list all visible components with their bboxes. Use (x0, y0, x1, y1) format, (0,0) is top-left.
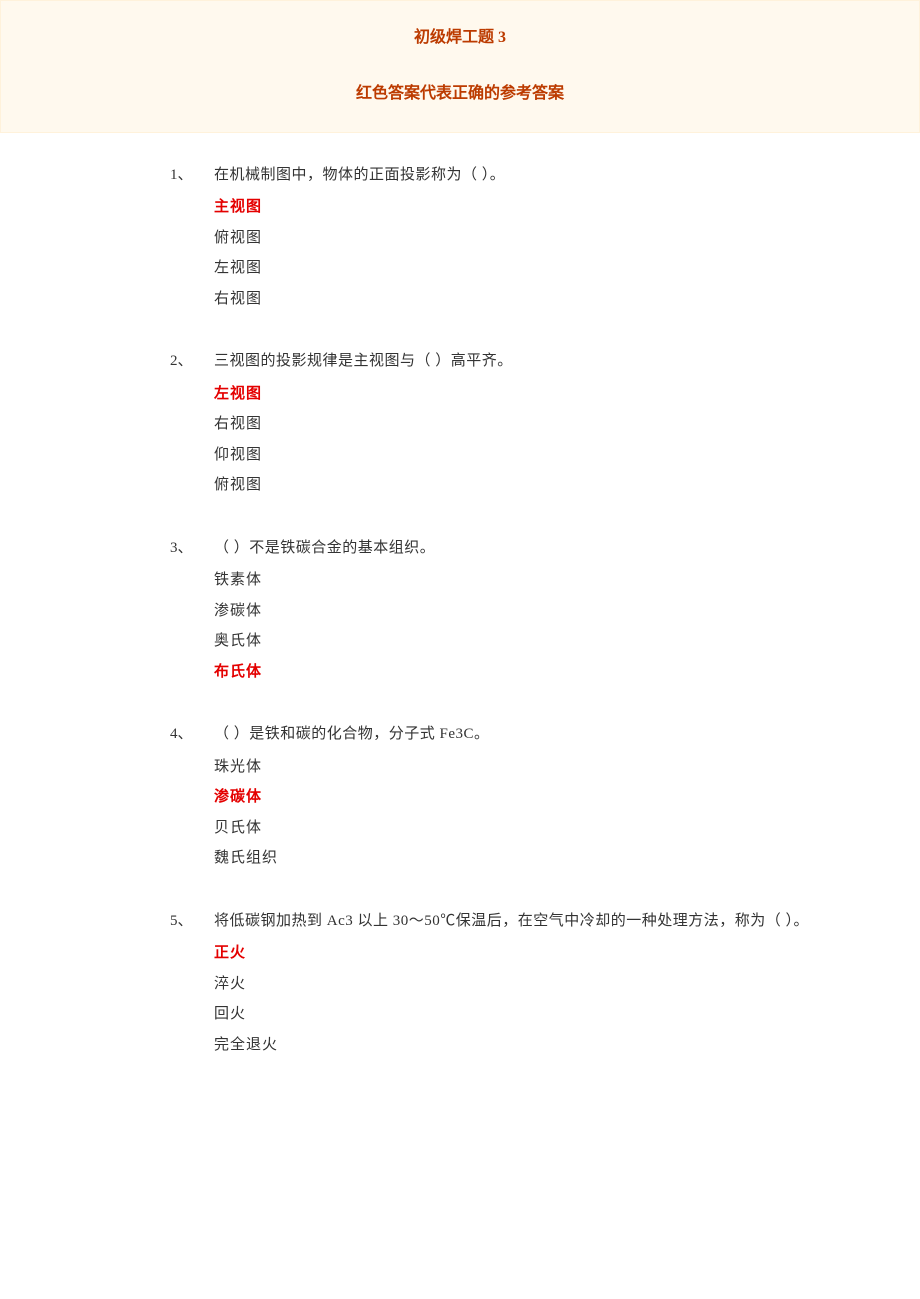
question-1: 1、 在机械制图中，物体的正面投影称为（ ）。 主视图 俯视图 左视图 右视图 (170, 161, 920, 314)
question-number: 5、 (170, 907, 214, 936)
option: 右视图 (214, 285, 920, 314)
question-text: 将低碳钢加热到 Ac3 以上 30～50℃保温后，在空气中冷却的一种处理方法，称… (214, 907, 809, 936)
option-correct: 布氏体 (214, 658, 920, 687)
option: 俯视图 (214, 224, 920, 253)
document-title: 初级焊工题 3 (1, 23, 919, 53)
question-text: 三视图的投影规律是主视图与（ ）高平齐。 (214, 347, 513, 376)
option: 珠光体 (214, 753, 920, 782)
question-number: 2、 (170, 347, 214, 376)
option: 完全退火 (214, 1031, 920, 1060)
question-list: 1、 在机械制图中，物体的正面投影称为（ ）。 主视图 俯视图 左视图 右视图 … (0, 133, 920, 1060)
option-correct: 主视图 (214, 193, 920, 222)
question-2: 2、 三视图的投影规律是主视图与（ ）高平齐。 左视图 右视图 仰视图 俯视图 (170, 347, 920, 500)
option: 贝氏体 (214, 814, 920, 843)
question-text: 在机械制图中，物体的正面投影称为（ ）。 (214, 161, 505, 190)
option: 魏氏组织 (214, 844, 920, 873)
question-3: 3、 （ ）不是铁碳合金的基本组织。 铁素体 渗碳体 奥氏体 布氏体 (170, 534, 920, 687)
question-text: （ ）不是铁碳合金的基本组织。 (214, 534, 435, 563)
option: 左视图 (214, 254, 920, 283)
question-number: 3、 (170, 534, 214, 563)
question-number: 1、 (170, 161, 214, 190)
option-correct: 渗碳体 (214, 783, 920, 812)
option: 奥氏体 (214, 627, 920, 656)
option: 仰视图 (214, 441, 920, 470)
document-subtitle: 红色答案代表正确的参考答案 (1, 79, 919, 109)
option: 俯视图 (214, 471, 920, 500)
option-correct: 左视图 (214, 380, 920, 409)
question-4: 4、 （ ）是铁和碳的化合物，分子式 Fe3C。 珠光体 渗碳体 贝氏体 魏氏组… (170, 720, 920, 873)
option: 铁素体 (214, 566, 920, 595)
question-text: （ ）是铁和碳的化合物，分子式 Fe3C。 (214, 720, 490, 749)
option: 淬火 (214, 970, 920, 999)
option: 回火 (214, 1000, 920, 1029)
question-number: 4、 (170, 720, 214, 749)
question-5: 5、 将低碳钢加热到 Ac3 以上 30～50℃保温后，在空气中冷却的一种处理方… (170, 907, 920, 1060)
option: 右视图 (214, 410, 920, 439)
option: 渗碳体 (214, 597, 920, 626)
document-header: 初级焊工题 3 红色答案代表正确的参考答案 (0, 0, 920, 133)
option-correct: 正火 (214, 939, 920, 968)
